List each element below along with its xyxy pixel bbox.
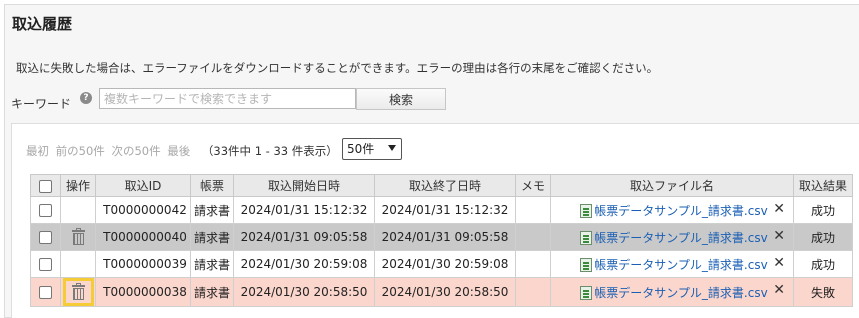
per-page-select[interactable]: 50件 [342,138,402,160]
row-start: 2024/01/30 20:59:08 [233,250,375,278]
chevron-down-icon [388,145,396,151]
close-icon[interactable]: ✕ [773,282,785,298]
row-checkbox[interactable] [39,286,52,299]
row-form: 請求書 [190,277,234,307]
page-description: 取込に失敗した場合は、エラーファイルをダウンロードすることができます。エラーの理… [16,61,659,75]
row-memo [515,196,551,224]
row-import-id: T0000000042 [95,196,191,224]
table-row: T0000000042 請求書 2024/01/31 15:12:32 2024… [30,196,853,224]
row-end: 2024/01/31 15:12:32 [374,196,516,224]
import-history-table: 操作 取込ID 帳票 取込開始日時 取込終了日時 メモ 取込ファイル名 取込結果… [30,174,853,307]
row-start: 2024/01/31 09:05:58 [233,223,375,251]
pager-count: （33件中 1 - 33 件表示） [201,144,338,158]
csv-file-icon [580,204,593,218]
col-header-form: 帳票 [190,174,234,197]
row-memo [515,277,551,307]
col-header-actions: 操作 [60,174,96,197]
row-result: 成功 [793,250,853,278]
row-end: 2024/01/30 20:59:08 [374,250,516,278]
row-actions [60,196,96,224]
row-import-id: T0000000038 [95,277,191,307]
close-icon[interactable]: ✕ [773,228,785,244]
csv-file-icon [580,286,593,300]
page-title: 取込履歴 [12,15,73,33]
select-all-checkbox[interactable] [39,179,52,193]
col-header-start: 取込開始日時 [233,174,375,197]
table-row: T0000000040 請求書 2024/01/31 09:05:58 2024… [30,223,853,251]
col-header-import-id: 取込ID [95,174,191,197]
row-form: 請求書 [190,250,234,278]
row-import-id: T0000000040 [95,223,191,251]
pager-next: 次の50件 [111,144,161,158]
col-header-result: 取込結果 [793,174,853,197]
row-checkbox[interactable] [39,204,52,217]
row-file: 帳票データサンプル_請求書.csv ✕ [550,277,794,307]
table-row: T0000000039 請求書 2024/01/30 20:59:08 2024… [30,250,853,278]
row-result: 成功 [793,196,853,224]
file-download-link[interactable]: 帳票データサンプル_請求書.csv [594,204,767,218]
results-panel: 最初 前の50件 次の50件 最後 （33件中 1 - 33 件表示） 50件 … [11,123,859,318]
row-end: 2024/01/31 09:05:58 [374,223,516,251]
highlighted-trash-button[interactable] [62,278,94,306]
row-start: 2024/01/31 15:12:32 [233,196,375,224]
keyword-search-input[interactable] [99,88,356,109]
close-icon[interactable]: ✕ [773,201,785,217]
row-checkbox[interactable] [39,231,52,244]
per-page-value: 50件 [347,142,375,156]
keyword-label: キーワード [11,97,72,111]
file-download-link[interactable]: 帳票データサンプル_請求書.csv [594,231,767,245]
row-file: 帳票データサンプル_請求書.csv ✕ [550,223,794,251]
pager-last: 最後 [167,144,191,158]
row-file: 帳票データサンプル_請求書.csv ✕ [550,196,794,224]
col-header-file: 取込ファイル名 [550,174,794,197]
row-memo [515,223,551,251]
row-end: 2024/01/30 20:58:50 [374,277,516,307]
table-row: T0000000038 請求書 2024/01/30 20:58:50 2024… [30,277,853,307]
row-import-id: T0000000039 [95,250,191,278]
trash-icon[interactable] [71,283,85,300]
close-icon[interactable]: ✕ [773,255,785,271]
row-result: 成功 [793,223,853,251]
row-actions [60,250,96,278]
row-result: 失敗 [793,277,853,307]
pagination: 最初 前の50件 次の50件 最後 （33件中 1 - 33 件表示） [26,143,338,159]
row-file: 帳票データサンプル_請求書.csv ✕ [550,250,794,278]
file-download-link[interactable]: 帳票データサンプル_請求書.csv [594,258,767,272]
search-button[interactable]: 検索 [356,88,446,110]
select-all-header[interactable] [30,174,61,197]
file-download-link[interactable]: 帳票データサンプル_請求書.csv [594,286,767,300]
row-checkbox[interactable] [39,258,52,271]
question-circle-icon[interactable]: ? [80,92,92,104]
trash-icon[interactable] [71,228,85,245]
table-header-row: 操作 取込ID 帳票 取込開始日時 取込終了日時 メモ 取込ファイル名 取込結果 [30,174,853,197]
row-actions [60,277,96,307]
row-form: 請求書 [190,196,234,224]
row-memo [515,250,551,278]
row-form: 請求書 [190,223,234,251]
col-header-memo: メモ [515,174,551,197]
csv-file-icon [580,231,593,245]
row-actions [60,223,96,251]
pager-first: 最初 [26,144,49,158]
col-header-end: 取込終了日時 [374,174,516,197]
pager-prev: 前の50件 [55,144,105,158]
csv-file-icon [580,258,593,272]
row-start: 2024/01/30 20:58:50 [233,277,375,307]
